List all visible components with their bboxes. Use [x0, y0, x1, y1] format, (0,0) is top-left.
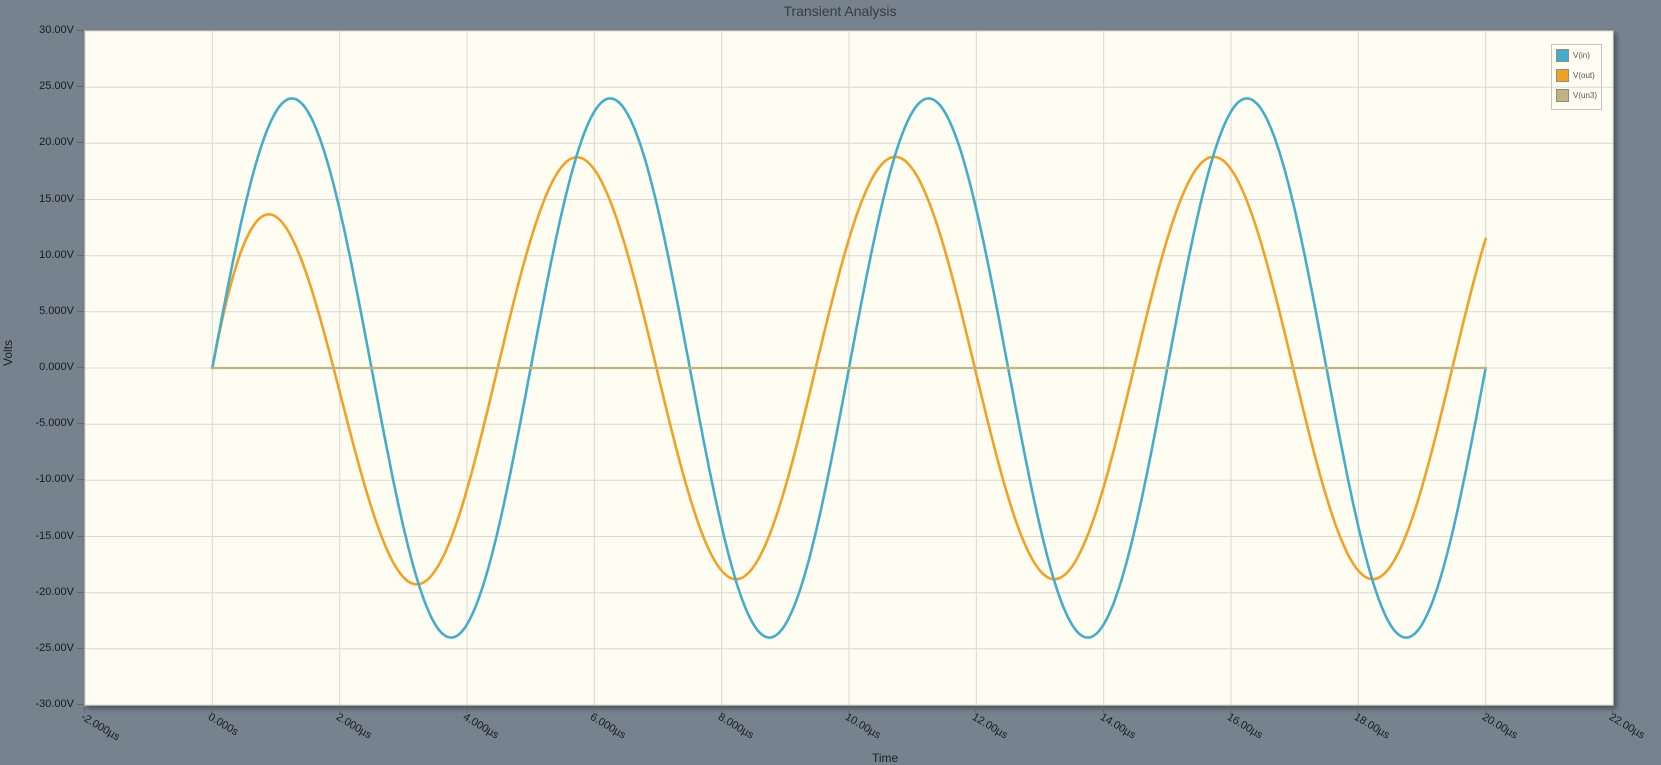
y-tick-mark — [77, 198, 84, 200]
x-tick-label: 6.000µs — [588, 711, 629, 742]
legend-item-v-un3-[interactable]: V(un3) — [1556, 89, 1601, 102]
y-tick-mark — [77, 310, 84, 312]
y-tick-label: 20.00V — [39, 136, 74, 149]
y-tick-mark — [77, 142, 84, 144]
legend-item-v-in-[interactable]: V(in) — [1556, 49, 1601, 62]
x-tick-label: 0.000s — [206, 711, 241, 739]
y-tick-mark — [77, 704, 84, 705]
x-tick-label: 20.00µs — [1479, 711, 1520, 742]
legend-label: V(in) — [1573, 51, 1590, 60]
x-tick-label: 2.000µs — [333, 711, 374, 742]
y-tick-mark — [77, 423, 84, 425]
y-tick-label: -10.00V — [35, 473, 74, 486]
x-tick-label: 18.00µs — [1352, 711, 1393, 742]
y-tick-mark — [77, 591, 84, 593]
y-tick-label: -25.00V — [35, 641, 74, 654]
legend-swatch — [1556, 69, 1569, 82]
y-tick-label: 30.00V — [39, 24, 74, 36]
y-tick-mark — [77, 254, 84, 256]
y-tick-label: -15.00V — [35, 529, 74, 542]
legend-swatch — [1556, 49, 1569, 62]
y-tick-mark — [77, 367, 84, 368]
waveform-svg — [85, 31, 1613, 705]
y-tick-mark — [77, 647, 84, 649]
x-tick-label: 22.00µs — [1606, 711, 1647, 742]
plot-area: V(in) V(out) V(un3) — [84, 30, 1614, 706]
y-tick-mark — [77, 30, 84, 31]
x-axis-title: Time — [872, 751, 899, 765]
y-tick-label: 0.000V — [39, 361, 74, 373]
y-tick-label: 10.00V — [39, 248, 74, 261]
x-tick-label: 14.00µs — [1097, 711, 1138, 742]
legend-item-v-out-[interactable]: V(out) — [1556, 69, 1601, 82]
y-tick-label: 5.000V — [39, 304, 74, 317]
x-tick-label: 4.000µs — [460, 711, 501, 742]
x-tick-label: 16.00µs — [1224, 711, 1265, 742]
y-tick-label: 25.00V — [39, 80, 74, 93]
y-tick-mark — [77, 479, 84, 481]
chart-title: Transient Analysis — [783, 3, 897, 19]
x-tick-label: -2.000µs — [78, 711, 122, 744]
y-tick-label: -20.00V — [35, 585, 74, 598]
y-tick-label: -5.000V — [35, 417, 74, 430]
y-tick-label: -30.00V — [35, 698, 74, 710]
legend-label: V(un3) — [1573, 91, 1598, 100]
y-tick-mark — [77, 86, 84, 88]
y-tick-mark — [77, 535, 84, 537]
grapher-window: { "title": "Transient Analysis", "colors… — [0, 0, 1661, 765]
x-tick-label: 10.00µs — [842, 711, 883, 742]
y-tick-label: 15.00V — [39, 192, 74, 205]
x-tick-label: 8.000µs — [715, 711, 756, 742]
legend-swatch — [1556, 89, 1569, 102]
legend-label: V(out) — [1573, 71, 1595, 80]
legend: V(in) V(out) V(un3) — [1551, 44, 1602, 110]
x-tick-label: 12.00µs — [970, 711, 1011, 742]
